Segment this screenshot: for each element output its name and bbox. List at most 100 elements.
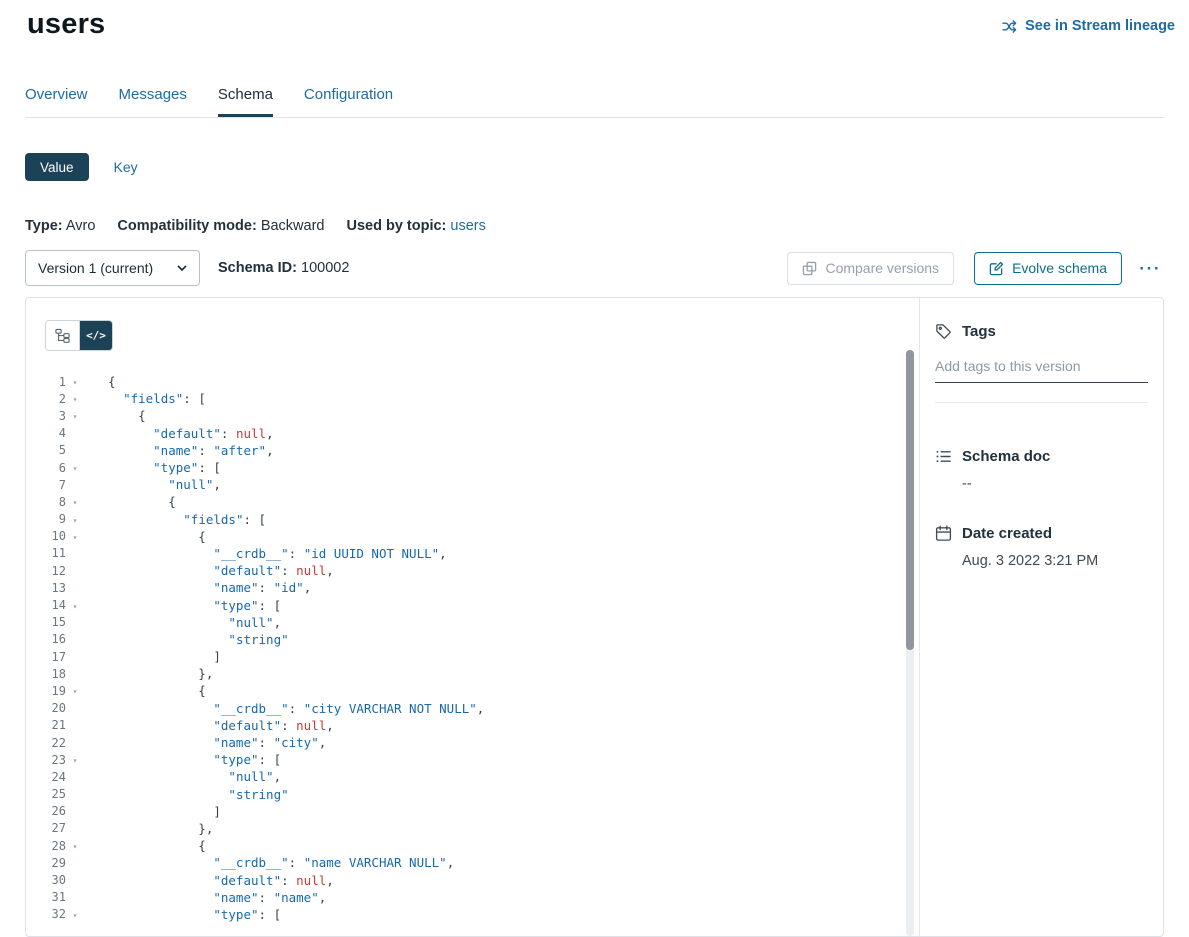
- type-item: Type: Avro: [25, 218, 95, 234]
- line-number: 6: [26, 461, 66, 475]
- type-label: Type:: [25, 218, 63, 234]
- line-number: 16: [26, 632, 66, 646]
- scrollbar[interactable]: [906, 350, 914, 936]
- code-text: {: [108, 529, 206, 544]
- code-line: 21 "default": null,: [26, 717, 919, 734]
- tree-view-button[interactable]: [46, 321, 79, 350]
- evolve-icon: [989, 261, 1004, 276]
- collapse-arrow-icon[interactable]: ▾: [66, 376, 84, 387]
- code-text: "type": [: [108, 907, 281, 922]
- date-created-header: Date created: [935, 525, 1148, 542]
- line-number: 13: [26, 581, 66, 595]
- compare-icon: [802, 261, 817, 276]
- code-line: 30 "default": null,: [26, 871, 919, 888]
- tab-bar: Overview Messages Schema Configuration: [25, 86, 1164, 118]
- tree-view-icon: [55, 328, 70, 343]
- collapse-arrow-icon[interactable]: ▾: [66, 600, 84, 611]
- code-line: 12 "default": null,: [26, 562, 919, 579]
- value-key-toggle: Value Key: [0, 153, 1189, 181]
- collapse-arrow-icon[interactable]: ▾: [66, 496, 84, 507]
- evolve-schema-button[interactable]: Evolve schema: [974, 252, 1122, 285]
- code-text: "type": [: [108, 752, 281, 767]
- schema-doc-value: --: [935, 476, 1148, 492]
- line-number: 2: [26, 392, 66, 406]
- collapse-arrow-icon[interactable]: ▾: [66, 410, 84, 421]
- code-text: "__crdb__": "id UUID NOT NULL",: [108, 546, 447, 561]
- code-text: },: [108, 821, 213, 836]
- code-text: "fields": [: [108, 391, 206, 406]
- code-line: 20 "__crdb__": "city VARCHAR NOT NULL",: [26, 700, 919, 717]
- scrollbar-thumb[interactable]: [906, 350, 914, 650]
- key-toggle-button[interactable]: Key: [108, 158, 144, 176]
- line-number: 23: [26, 753, 66, 767]
- tab-overview[interactable]: Overview: [25, 86, 88, 117]
- line-number: 18: [26, 667, 66, 681]
- collapse-arrow-icon[interactable]: ▾: [66, 462, 84, 473]
- code-line: 3▾ {: [26, 407, 919, 424]
- code-text: "type": [: [108, 460, 221, 475]
- code-text: "type": [: [108, 598, 281, 613]
- collapse-arrow-icon[interactable]: ▾: [66, 754, 84, 765]
- collapse-arrow-icon[interactable]: ▾: [66, 685, 84, 696]
- line-number: 32: [26, 907, 66, 921]
- stream-lineage-link[interactable]: See in Stream lineage: [1002, 18, 1175, 34]
- code-text: "__crdb__": "name VARCHAR NULL",: [108, 855, 454, 870]
- collapse-arrow-icon[interactable]: ▾: [66, 393, 84, 404]
- code-line: 26 ]: [26, 803, 919, 820]
- schema-doc-title: Schema doc: [962, 448, 1050, 465]
- tab-schema[interactable]: Schema: [218, 86, 273, 117]
- schema-doc-header: Schema doc: [935, 448, 1148, 465]
- code-line: 7 "null",: [26, 476, 919, 493]
- line-number: 15: [26, 615, 66, 629]
- date-created-section: Date created Aug. 3 2022 3:21 PM: [935, 525, 1148, 569]
- code-view-button[interactable]: </>: [79, 321, 112, 350]
- line-number: 25: [26, 787, 66, 801]
- more-options-button[interactable]: ⋯: [1134, 257, 1164, 279]
- date-created-title: Date created: [962, 525, 1052, 542]
- version-bar: Version 1 (current) Schema ID: 100002 Co…: [0, 250, 1189, 286]
- tab-configuration[interactable]: Configuration: [304, 86, 393, 117]
- code-line: 8▾ {: [26, 493, 919, 510]
- code-text: },: [108, 666, 213, 681]
- version-select[interactable]: Version 1 (current): [25, 250, 200, 286]
- collapse-arrow-icon[interactable]: ▾: [66, 909, 84, 920]
- collapse-arrow-icon[interactable]: ▾: [66, 840, 84, 851]
- code-text: "default": null,: [108, 426, 274, 441]
- line-number: 22: [26, 736, 66, 750]
- code-text: "string": [108, 787, 289, 802]
- code-line: 25 "string": [26, 786, 919, 803]
- code-text: {: [108, 683, 206, 698]
- code-text: {: [108, 838, 206, 853]
- tags-section: Tags: [935, 323, 1148, 403]
- line-number: 28: [26, 839, 66, 853]
- collapse-arrow-icon[interactable]: ▾: [66, 514, 84, 525]
- page-title: users: [27, 8, 105, 41]
- line-number: 9: [26, 512, 66, 526]
- line-number: 31: [26, 890, 66, 904]
- topic-link[interactable]: users: [450, 218, 485, 234]
- code-line: 28▾ {: [26, 837, 919, 854]
- code-line: 13 "name": "id",: [26, 579, 919, 596]
- compare-versions-label: Compare versions: [825, 260, 939, 276]
- code-area: 1▾{2▾ "fields": [3▾ {4 "default": null,5…: [26, 373, 919, 923]
- value-toggle-button[interactable]: Value: [25, 153, 89, 181]
- add-tags-input[interactable]: [935, 354, 1148, 383]
- schema-id: Schema ID: 100002: [218, 260, 349, 276]
- code-line: 4 "default": null,: [26, 425, 919, 442]
- code-text: "null",: [108, 615, 281, 630]
- evolve-schema-label: Evolve schema: [1012, 260, 1107, 276]
- schema-doc-section: Schema doc --: [935, 448, 1148, 492]
- code-line: 18 },: [26, 665, 919, 682]
- code-line: 5 "name": "after",: [26, 442, 919, 459]
- code-line: 15 "null",: [26, 614, 919, 631]
- code-line: 1▾{: [26, 373, 919, 390]
- line-number: 27: [26, 821, 66, 835]
- line-number: 7: [26, 478, 66, 492]
- stream-lineage-icon: [1002, 19, 1017, 34]
- chevron-down-icon: [177, 265, 187, 271]
- code-text: {: [108, 494, 176, 509]
- tab-messages[interactable]: Messages: [119, 86, 187, 117]
- compare-versions-button[interactable]: Compare versions: [787, 252, 954, 285]
- collapse-arrow-icon[interactable]: ▾: [66, 531, 84, 542]
- code-text: {: [108, 374, 116, 389]
